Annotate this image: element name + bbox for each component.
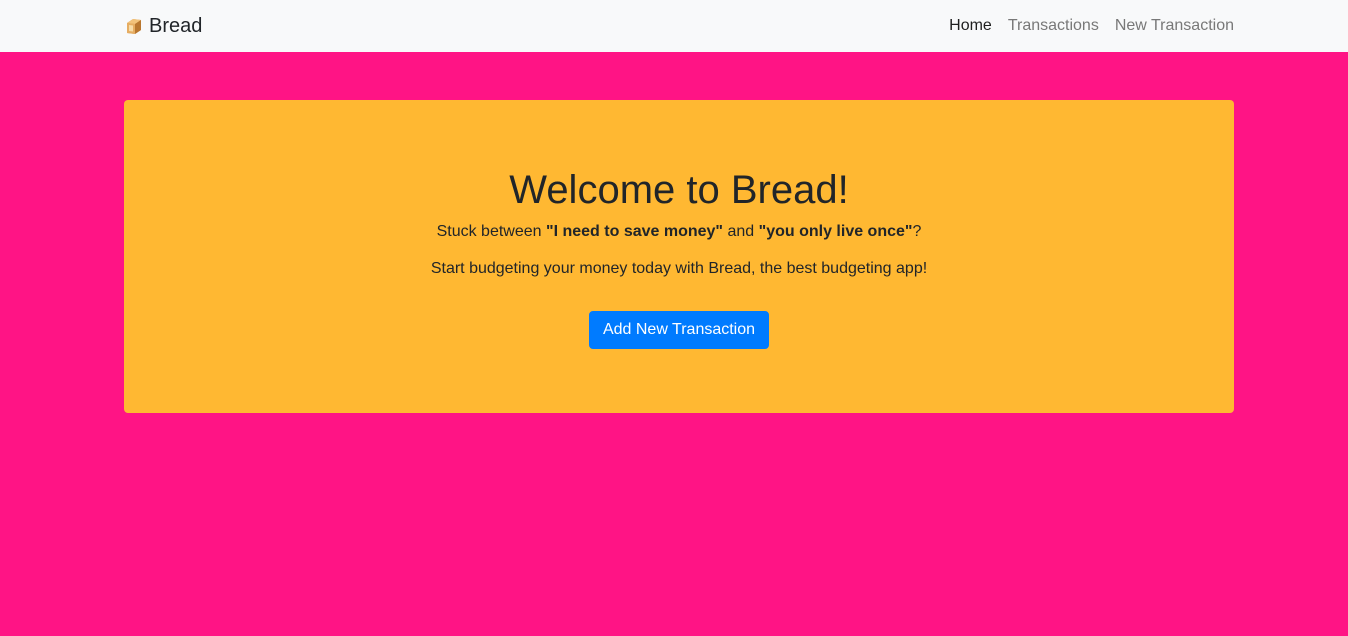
tagline-and: and [723,223,759,240]
tagline-suffix: ? [912,223,922,240]
nav-links: Home Transactions New Transaction [949,17,1234,35]
tagline-question: Stuck between "I need to save money" and… [124,222,1234,242]
nav-link-new-transaction[interactable]: New Transaction [1115,17,1234,35]
tagline-quote-yolo: "you only live once" [758,223,913,240]
brand-link[interactable]: Bread [124,15,202,38]
top-navbar: Bread Home Transactions New Transaction [0,0,1348,52]
page-title: Welcome to Bread! [509,168,849,212]
tagline-cta-text: Start budgeting your money today with Br… [430,260,928,277]
nav-link-home[interactable]: Home [949,17,992,35]
bread-icon [124,16,144,36]
tagline-prefix: Stuck between [436,223,546,240]
welcome-jumbotron: Welcome to Bread! Stuck between "I need … [124,100,1234,413]
navbar-container: Bread Home Transactions New Transaction [124,0,1234,52]
tagline-quote-save: "I need to save money" [546,223,724,240]
add-new-transaction-button[interactable]: Add New Transaction [589,311,769,349]
brand-label: Bread [149,14,203,37]
nav-link-transactions[interactable]: Transactions [1008,17,1099,35]
